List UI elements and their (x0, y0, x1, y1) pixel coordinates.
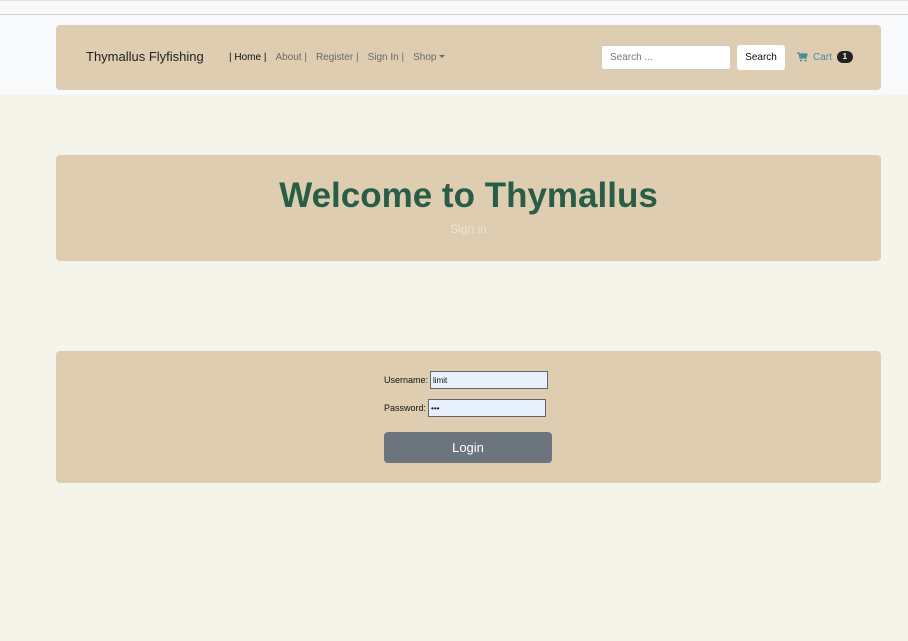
hero-banner: Welcome to Thymallus Sign in (56, 155, 881, 261)
search-input[interactable] (601, 45, 731, 70)
nav-register[interactable]: Register | (316, 52, 359, 63)
page-subtitle: Sign in (450, 222, 487, 236)
password-field[interactable] (428, 399, 547, 417)
nav-home[interactable]: | Home | (229, 52, 266, 63)
login-button[interactable]: Login (384, 432, 552, 463)
nav-about[interactable]: About | (275, 52, 307, 63)
password-row: Password: (384, 399, 547, 417)
password-label: Password: (384, 403, 427, 413)
browser-divider (0, 14, 908, 15)
cart-label: Cart (813, 51, 832, 63)
shopping-cart-icon (797, 52, 808, 62)
cart-link[interactable]: Cart 1 (797, 51, 853, 63)
nav-sign-in[interactable]: Sign In | (368, 52, 405, 63)
navbar: Thymallus Flyfishing | Home | About | Re… (56, 25, 881, 90)
login-form: Username: Password: Login (56, 351, 881, 483)
nav-links: | Home | About | Register | Sign In | Sh… (229, 52, 454, 63)
page-title: Welcome to Thymallus (279, 176, 658, 215)
caret-down-icon (439, 55, 446, 58)
nav-shop-dropdown[interactable]: Shop (413, 52, 446, 63)
nav-shop-label: Shop (413, 52, 437, 63)
username-row: Username: (384, 371, 549, 389)
brand-link[interactable]: Thymallus Flyfishing (86, 49, 204, 64)
search-button[interactable]: Search (737, 45, 785, 70)
username-label: Username: (384, 375, 429, 385)
username-field[interactable] (430, 371, 549, 389)
cart-count-badge: 1 (836, 51, 853, 63)
